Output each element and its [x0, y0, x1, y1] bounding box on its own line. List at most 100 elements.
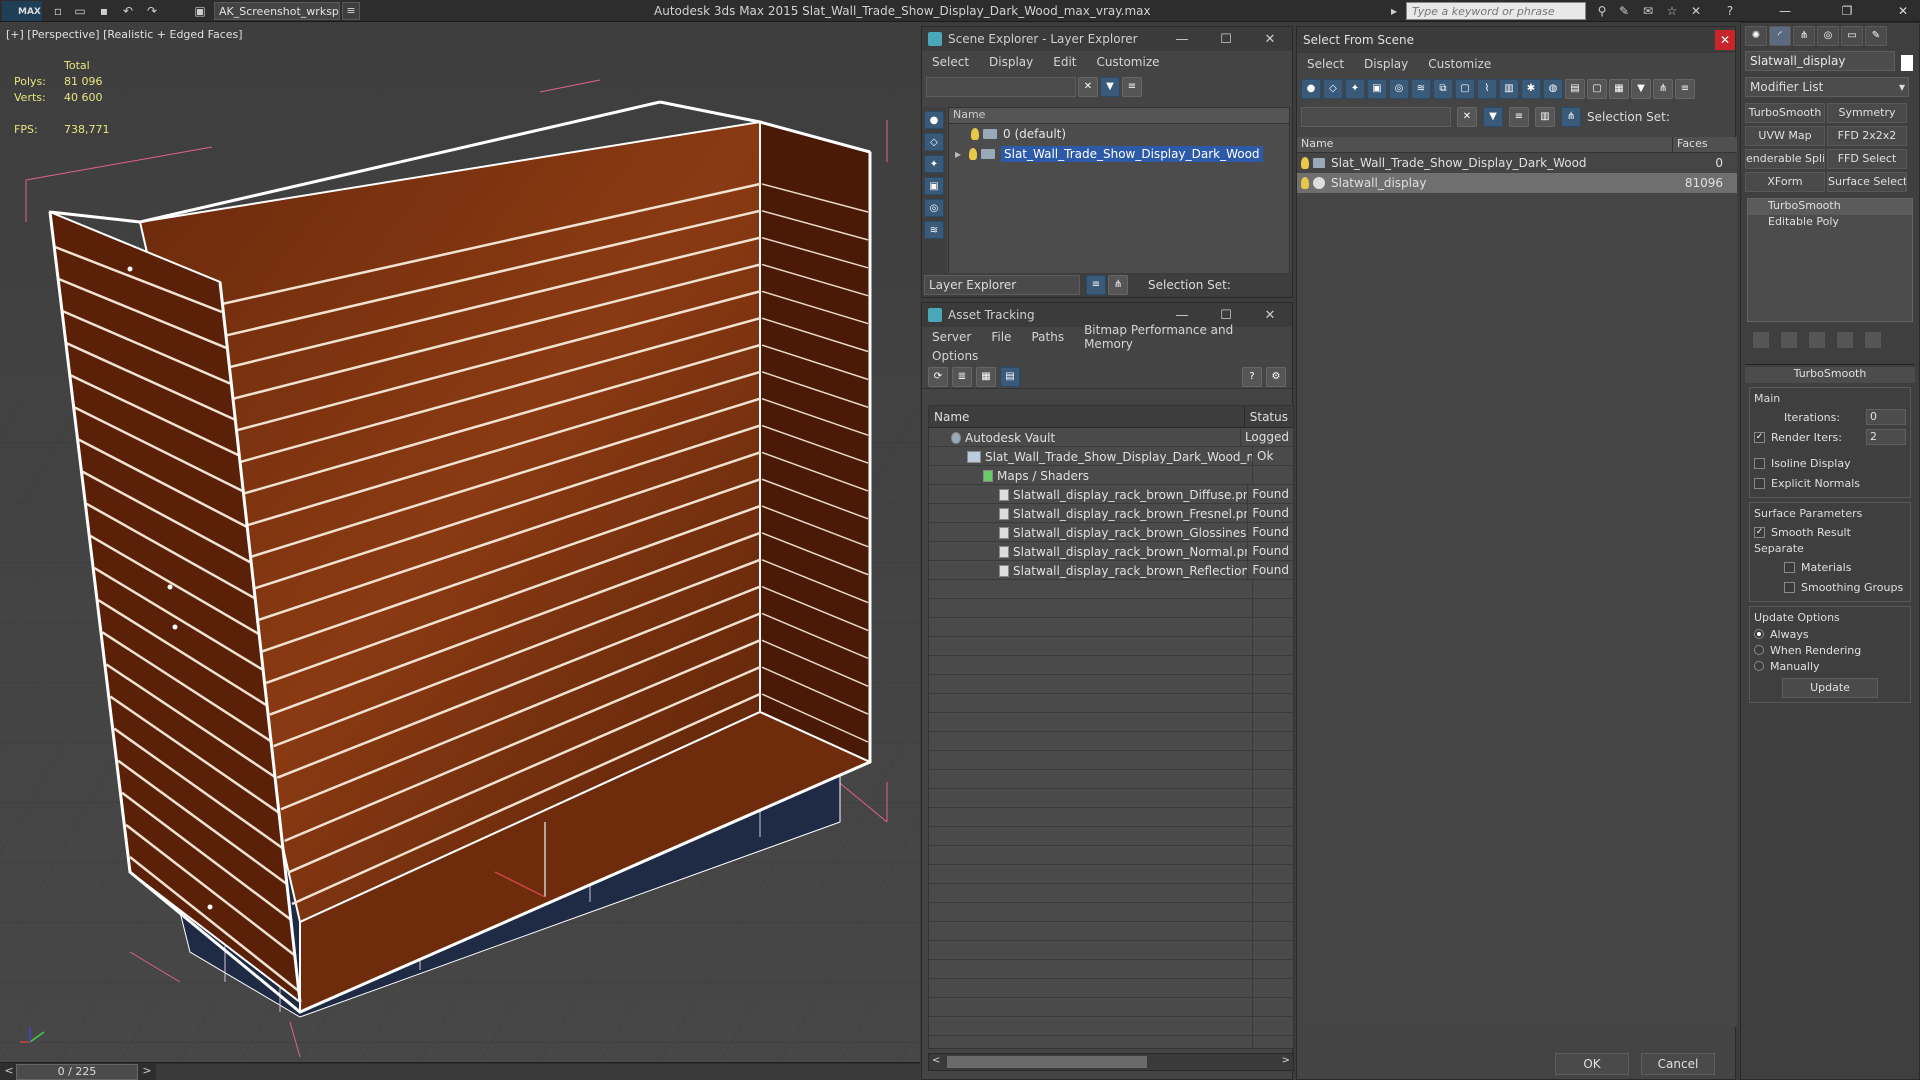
viewport-label[interactable]: [+] [Perspective] [Realistic + Edged Fac… — [6, 28, 243, 41]
explicit-normals-checkbox[interactable] — [1754, 477, 1765, 489]
shapes-filter-icon[interactable]: ◇ — [1323, 79, 1343, 99]
communication-icon[interactable]: ✉ — [1640, 3, 1656, 19]
stack-item-turbosmooth[interactable]: TurboSmooth — [1748, 199, 1912, 215]
iterations-spinner[interactable]: 0 — [1866, 409, 1906, 425]
clear-search-icon[interactable]: ✕ — [1457, 107, 1477, 127]
modifier-button[interactable]: Surface Select — [1827, 172, 1907, 192]
filter-icon[interactable]: ▼ — [1483, 107, 1503, 127]
menu-customize[interactable]: Customize — [1418, 57, 1501, 71]
filter-icon[interactable]: ▼ — [1100, 77, 1120, 97]
scene-explorer-search[interactable] — [926, 77, 1076, 97]
restore-icon[interactable]: ❐ — [1830, 0, 1864, 22]
menu-select[interactable]: Select — [922, 55, 979, 69]
stack-item-editable-poly[interactable]: Editable Poly — [1748, 215, 1912, 231]
isoline-checkbox[interactable] — [1754, 457, 1765, 469]
asset-row[interactable]: Slatwall_display_rack_brown_Normal.png F… — [929, 542, 1293, 561]
thumbnail-view-icon[interactable]: ▦ — [976, 366, 996, 387]
layer-list-header[interactable]: Name — [949, 108, 1289, 124]
horizontal-scrollbar[interactable]: < > — [928, 1053, 1294, 1071]
asset-row[interactable]: Maps / Shaders — [929, 466, 1293, 485]
status-column-header[interactable]: Status — [1245, 406, 1293, 427]
modifier-list-dropdown[interactable]: Modifier List ▾ — [1745, 77, 1909, 97]
explorer-type-dropdown[interactable]: Layer Explorer — [924, 275, 1080, 295]
time-slider[interactable]: 0 / 225 — [16, 1064, 138, 1080]
asset-row[interactable]: Autodesk Vault Logged — [929, 428, 1293, 447]
faces-column-header[interactable]: Faces — [1673, 137, 1708, 152]
helpers-filter-icon[interactable]: ◎ — [924, 199, 944, 217]
render-iters-checkbox[interactable]: ✓ — [1754, 431, 1765, 443]
containers-filter-icon[interactable]: ▥ — [1499, 79, 1519, 99]
hierarchy-icon[interactable]: ⋔ — [1653, 79, 1673, 99]
frozen-filter-icon[interactable]: ✱ — [1521, 79, 1541, 99]
table-view-icon[interactable]: ▤ — [1000, 366, 1020, 387]
always-radio[interactable] — [1754, 629, 1764, 639]
modifier-button[interactable]: enderable Splir — [1745, 149, 1825, 169]
close-icon[interactable]: ✕ — [1715, 30, 1735, 50]
layer-row[interactable]: 0 (default) — [949, 124, 1289, 144]
object-row[interactable]: Slatwall_display 81096 — [1297, 173, 1737, 193]
rollout-header[interactable]: TurboSmooth — [1745, 367, 1915, 383]
motion-tab-icon[interactable]: ◎ — [1817, 26, 1839, 46]
select-all-icon[interactable]: ▤ — [1565, 79, 1585, 99]
undo-icon[interactable]: ↶ — [120, 3, 136, 19]
close-icon[interactable]: ✕ — [1248, 32, 1292, 47]
layer-row[interactable]: ▸ Slat_Wall_Trade_Show_Display_Dark_Wood — [949, 144, 1289, 164]
perspective-viewport[interactable]: [+] [Perspective] [Realistic + Edged Fac… — [0, 22, 920, 1062]
list-view-icon[interactable]: ≣ — [952, 366, 972, 387]
open-file-icon[interactable]: ▭ — [72, 3, 88, 19]
spacewarps-filter-icon[interactable]: ≋ — [924, 221, 944, 239]
time-next-icon[interactable]: > — [140, 1064, 154, 1080]
workspace-menu-button[interactable]: ≡ — [342, 2, 360, 20]
materials-checkbox[interactable] — [1784, 561, 1795, 573]
menu-file[interactable]: File — [981, 330, 1021, 344]
close-search-icon[interactable]: ✕ — [1688, 3, 1704, 19]
project-folder-icon[interactable]: ▣ — [192, 3, 208, 19]
columns-icon[interactable]: ≡ — [1675, 79, 1695, 99]
binoculars-icon[interactable]: ⚲ — [1594, 3, 1610, 19]
expand-arrow-icon[interactable]: ▸ — [955, 147, 969, 161]
configure-sets-icon[interactable] — [1865, 332, 1881, 348]
close-window-icon[interactable]: ✕ — [1886, 0, 1920, 22]
modify-tab-icon[interactable]: ◜ — [1769, 26, 1791, 46]
clear-search-icon[interactable]: ✕ — [1078, 77, 1098, 97]
maximize-icon[interactable]: ☐ — [1204, 32, 1248, 47]
layers-icon[interactable]: ▥ — [1535, 107, 1555, 127]
minimize-icon[interactable]: — — [1768, 0, 1802, 22]
lights-filter-icon[interactable]: ✦ — [1345, 79, 1365, 99]
modifier-button[interactable]: FFD Select — [1827, 149, 1907, 169]
menu-select[interactable]: Select — [1297, 57, 1354, 71]
select-none-icon[interactable]: ▢ — [1587, 79, 1607, 99]
show-end-result-icon[interactable] — [1781, 332, 1797, 348]
cameras-filter-icon[interactable]: ▣ — [924, 177, 944, 195]
menu-bitmap-performance[interactable]: Bitmap Performance and Memory — [1074, 323, 1292, 351]
render-iters-spinner[interactable]: 2 — [1866, 429, 1906, 445]
update-button[interactable]: Update — [1782, 678, 1878, 698]
save-icon[interactable]: ▪ — [96, 3, 112, 19]
time-prev-icon[interactable]: < — [2, 1064, 16, 1080]
menu-server[interactable]: Server — [922, 330, 981, 344]
scene-explorer-titlebar[interactable]: Scene Explorer - Layer Explorer — ☐ ✕ — [922, 27, 1292, 51]
timeline-track[interactable] — [156, 1064, 920, 1080]
ok-button[interactable]: OK — [1555, 1053, 1629, 1075]
asset-row[interactable]: Slatwall_display_rack_brown_Glossiness.p… — [929, 523, 1293, 542]
object-row[interactable]: Slat_Wall_Trade_Show_Display_Dark_Wood 0 — [1297, 153, 1737, 173]
make-unique-icon[interactable] — [1809, 332, 1825, 348]
visibility-bulb-icon[interactable] — [1301, 177, 1309, 189]
asset-row[interactable]: Slatwall_display_rack_brown_Diffuse.png … — [929, 485, 1293, 504]
menu-display[interactable]: Display — [979, 55, 1043, 69]
manually-radio[interactable] — [1754, 661, 1764, 671]
scroll-right-icon[interactable]: > — [1282, 1055, 1290, 1066]
select-from-scene-titlebar[interactable]: Select From Scene ✕ — [1297, 27, 1735, 53]
smoothing-groups-checkbox[interactable] — [1784, 581, 1795, 593]
xrefs-filter-icon[interactable]: ▢ — [1455, 79, 1475, 99]
shapes-filter-icon[interactable]: ◇ — [924, 133, 944, 151]
object-name-field[interactable]: Slatwall_display — [1745, 51, 1895, 71]
smooth-result-checkbox[interactable]: ✓ — [1754, 526, 1765, 538]
modifier-button[interactable]: FFD 2x2x2 — [1827, 126, 1907, 146]
menu-options[interactable]: Options — [922, 349, 988, 363]
geometry-filter-icon[interactable]: ● — [924, 111, 944, 129]
display-tab-icon[interactable]: ▭ — [1841, 26, 1863, 46]
help-icon[interactable]: ? — [1722, 3, 1738, 19]
object-color-swatch[interactable] — [1901, 55, 1913, 71]
tools-icon[interactable]: ✎ — [1616, 3, 1632, 19]
